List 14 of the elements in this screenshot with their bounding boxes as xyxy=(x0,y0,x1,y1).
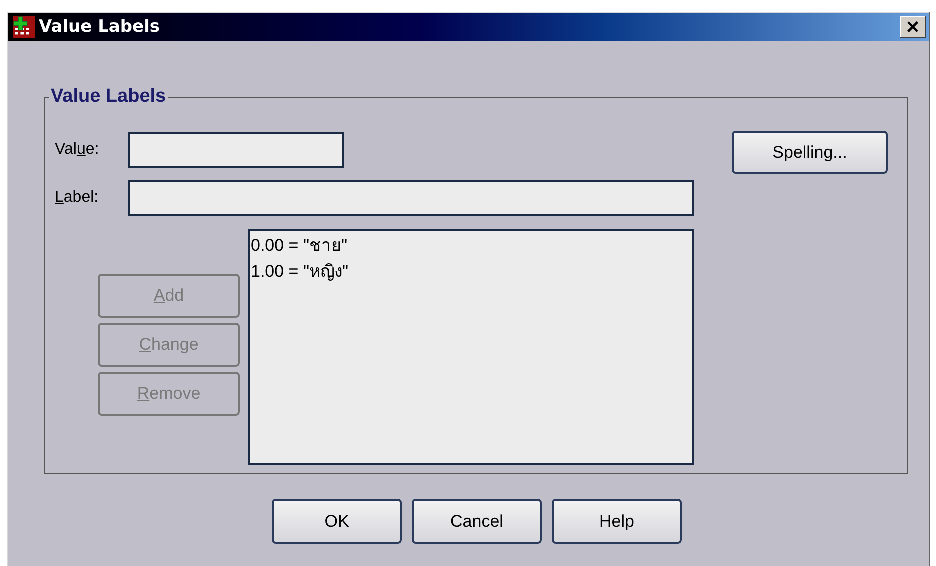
field-label: Value: xyxy=(55,141,100,159)
close-icon xyxy=(906,20,920,34)
dialog-button[interactable]: Cancel xyxy=(412,499,542,544)
input-field[interactable] xyxy=(128,132,344,168)
close-button[interactable] xyxy=(900,16,926,38)
dialog-button[interactable]: Help xyxy=(552,499,682,544)
list-item[interactable]: 0.00 = "ชาย" xyxy=(251,235,691,261)
input-field[interactable] xyxy=(128,180,694,216)
window-title: Value Labels xyxy=(39,17,162,37)
field-label: Label: xyxy=(55,189,100,207)
spelling-button[interactable]: Spelling... xyxy=(732,131,888,174)
app-icon xyxy=(13,16,35,38)
dialog-button[interactable]: OK xyxy=(272,499,402,544)
list-item[interactable]: 1.00 = "หญิง" xyxy=(251,261,691,287)
